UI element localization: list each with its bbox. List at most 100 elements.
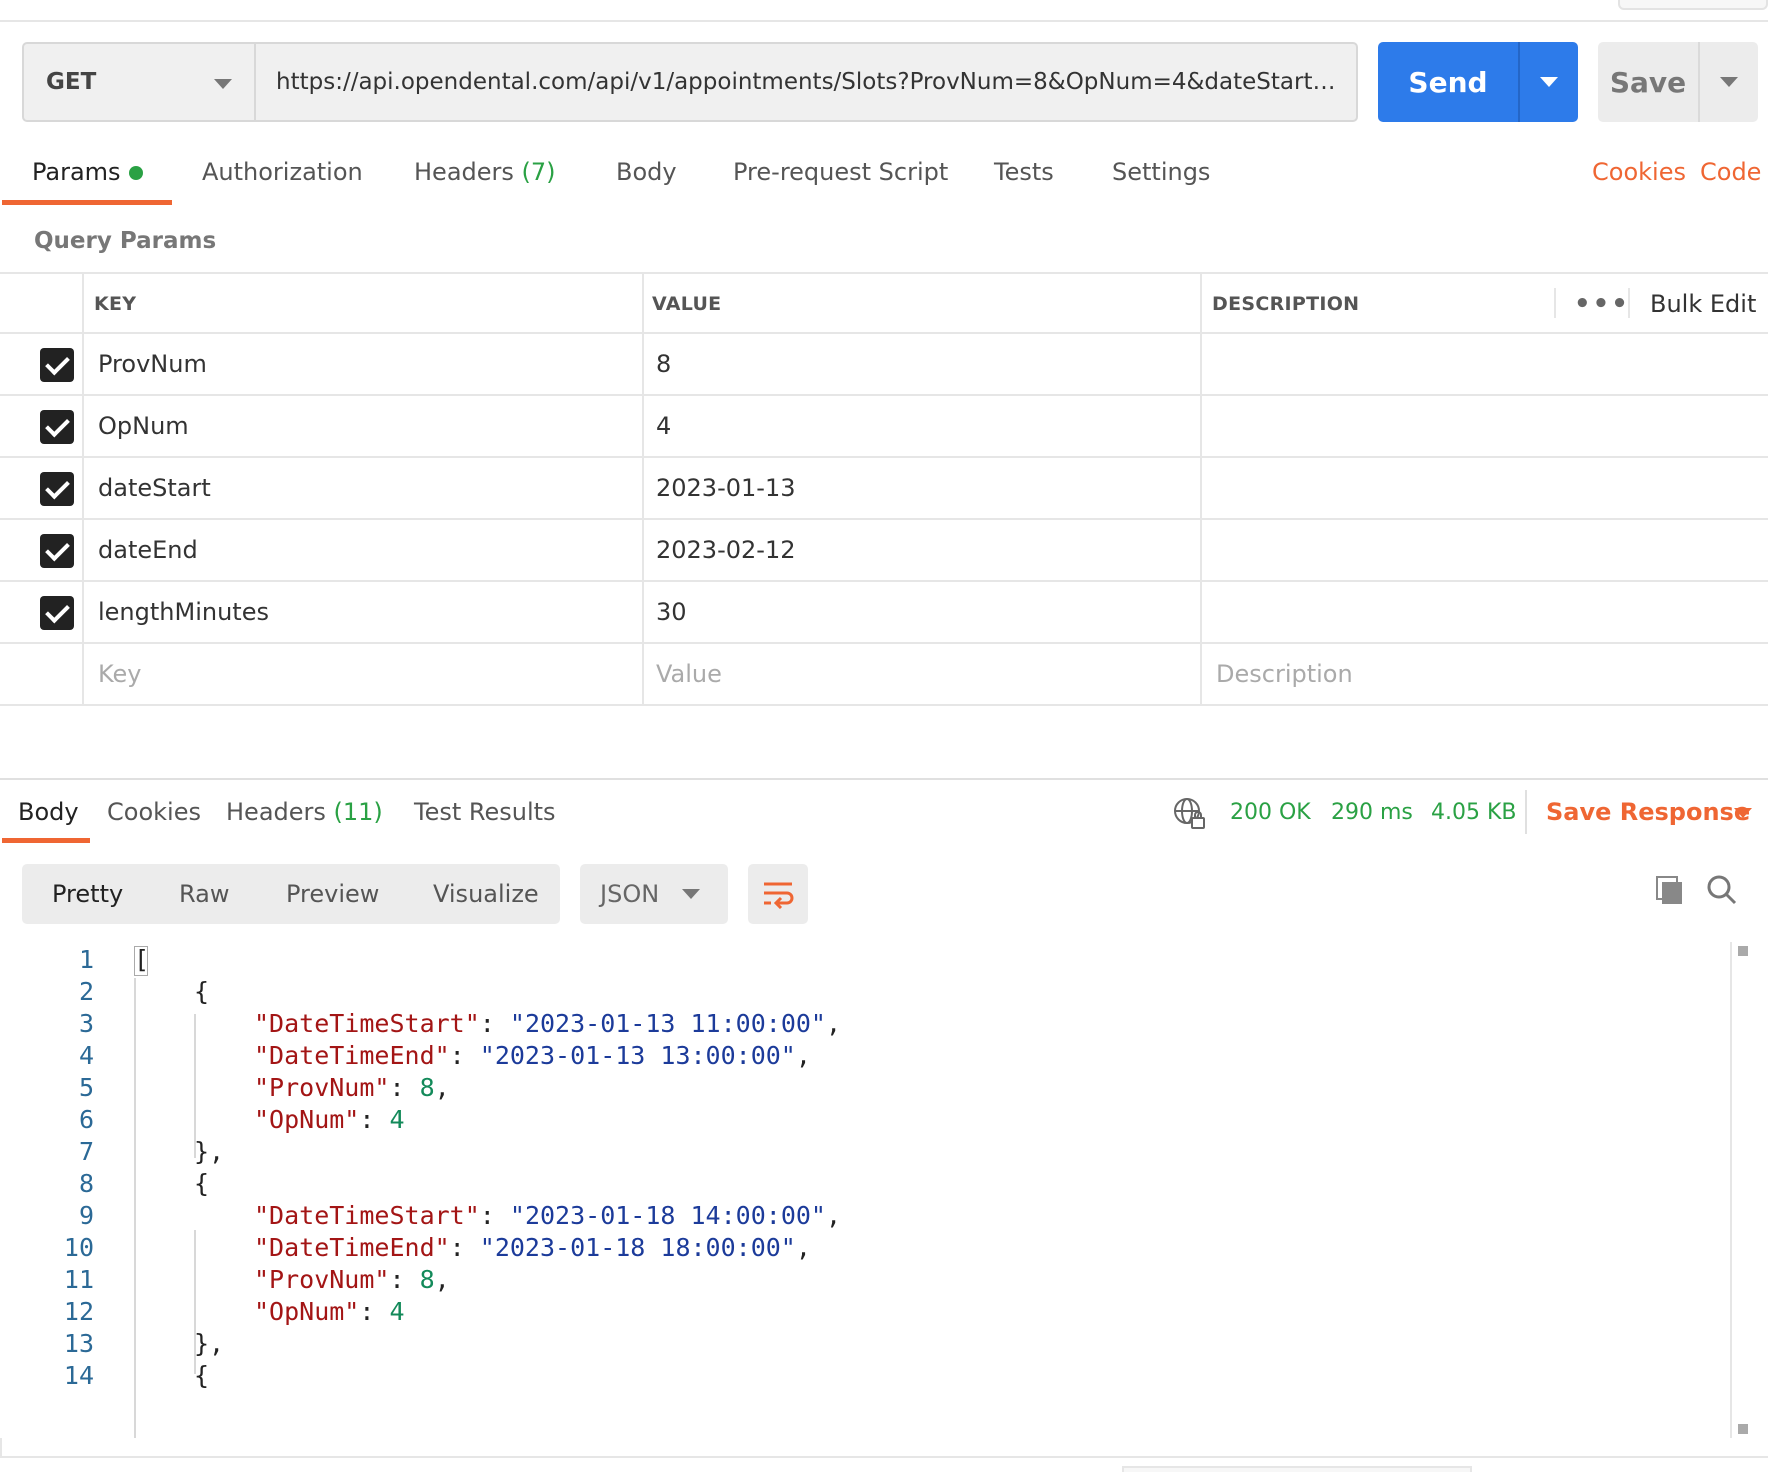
- json-value: 4: [389, 1105, 405, 1134]
- code-text: {: [194, 977, 210, 1006]
- new-key-input[interactable]: Key: [98, 644, 142, 704]
- tab-headers[interactable]: Headers (7): [414, 158, 556, 186]
- send-options-button[interactable]: [1518, 42, 1578, 122]
- code-line: 3 "DateTimeStart": "2023-01-13 11:00:00",: [0, 1006, 1740, 1042]
- response-size[interactable]: 4.05 KB: [1431, 800, 1517, 825]
- line-number: 10: [63, 1233, 94, 1262]
- code-line: 2{: [0, 974, 1740, 1010]
- table-row: OpNum 4: [0, 396, 1768, 458]
- response-tab-headers[interactable]: Headers (11): [226, 798, 383, 826]
- chevron-down-icon: [1720, 77, 1738, 87]
- param-checkbox[interactable]: [40, 410, 74, 444]
- response-status[interactable]: 200 OK: [1230, 800, 1311, 825]
- param-value[interactable]: 30: [656, 582, 687, 642]
- tab-params[interactable]: Params: [32, 158, 143, 186]
- line-number: 12: [63, 1297, 94, 1326]
- code-text: "DateTimeEnd": "2023-01-18 18:00:00",: [254, 1233, 811, 1262]
- chevron-down-icon: [1540, 77, 1558, 87]
- param-key[interactable]: dateEnd: [98, 520, 198, 580]
- param-value[interactable]: 8: [656, 334, 671, 394]
- param-value[interactable]: 2023-02-12: [656, 520, 795, 580]
- param-checkbox[interactable]: [40, 472, 74, 506]
- code-line: 12 "OpNum": 4: [0, 1294, 1740, 1330]
- editor-scrollbar-track[interactable]: [1730, 942, 1732, 1438]
- json-key: "DateTimeStart": [254, 1009, 480, 1038]
- param-checkbox[interactable]: [40, 596, 74, 630]
- view-pretty[interactable]: Pretty: [52, 880, 123, 908]
- tab-settings[interactable]: Settings: [1112, 158, 1210, 186]
- line-number: 4: [78, 1041, 94, 1070]
- new-value-input[interactable]: Value: [656, 644, 722, 704]
- wrap-lines-button[interactable]: [748, 864, 808, 924]
- json-value: "2023-01-13 13:00:00": [479, 1041, 796, 1070]
- code-line: 4 "DateTimeEnd": "2023-01-13 13:00:00",: [0, 1038, 1740, 1074]
- method-label: GET: [46, 69, 97, 95]
- format-select[interactable]: JSON: [580, 864, 728, 924]
- header-divider: [1554, 288, 1556, 318]
- json-value: "2023-01-18 14:00:00": [509, 1201, 826, 1230]
- pane-divider[interactable]: [0, 778, 1768, 780]
- code-line: 14 {: [0, 1358, 1740, 1394]
- table-row: dateStart 2023-01-13: [0, 458, 1768, 520]
- line-number: 11: [63, 1265, 94, 1294]
- view-visualize[interactable]: Visualize: [433, 880, 539, 908]
- param-value[interactable]: 4: [656, 396, 671, 456]
- param-checkbox[interactable]: [40, 348, 74, 382]
- tab-prerequest-script[interactable]: Pre-request Script: [733, 158, 948, 186]
- line-number: 3: [78, 1009, 94, 1038]
- copy-icon[interactable]: [1654, 874, 1686, 910]
- tab-body[interactable]: Body: [616, 158, 677, 186]
- url-input[interactable]: https://api.opendental.com/api/v1/appoin…: [254, 42, 1358, 122]
- view-preview[interactable]: Preview: [286, 880, 379, 908]
- save-button-group: Save: [1598, 42, 1758, 122]
- bottom-divider: [0, 1456, 1768, 1458]
- send-button[interactable]: Send: [1378, 42, 1518, 122]
- cursor-bracket-highlight: [134, 946, 148, 976]
- param-checkbox[interactable]: [40, 534, 74, 568]
- param-key[interactable]: dateStart: [98, 458, 211, 518]
- scroll-marker: [1738, 1424, 1748, 1434]
- cookies-link[interactable]: Cookies: [1592, 158, 1686, 186]
- new-description-input[interactable]: Description: [1216, 644, 1353, 704]
- code-text: },: [194, 1329, 225, 1358]
- save-button[interactable]: Save: [1598, 42, 1698, 122]
- method-select[interactable]: GET: [22, 42, 254, 122]
- param-key[interactable]: OpNum: [98, 396, 189, 456]
- response-time[interactable]: 290 ms: [1331, 800, 1413, 825]
- network-globe-icon[interactable]: [1172, 796, 1206, 834]
- response-tab-test-results[interactable]: Test Results: [414, 798, 556, 826]
- response-body-editor[interactable]: 1[2{3 "DateTimeStart": "2023-01-13 11:00:…: [0, 942, 1740, 1438]
- code-text: {: [194, 1169, 210, 1198]
- json-value: 4: [389, 1297, 405, 1326]
- tab-params-label: Params: [32, 158, 121, 186]
- wrap-lines-icon: [764, 882, 794, 909]
- column-key-header: KEY: [94, 293, 137, 315]
- param-key[interactable]: lengthMinutes: [98, 582, 269, 642]
- more-options-icon[interactable]: •••: [1574, 274, 1630, 334]
- chevron-down-icon[interactable]: [1734, 808, 1752, 818]
- json-key: "OpNum": [254, 1105, 360, 1134]
- param-key[interactable]: ProvNum: [98, 334, 207, 394]
- save-response-button[interactable]: Save Response: [1546, 798, 1750, 826]
- code-text: "DateTimeStart": "2023-01-18 14:00:00",: [254, 1201, 842, 1230]
- bottom-scrollbar[interactable]: [1122, 1466, 1472, 1472]
- search-icon[interactable]: [1706, 874, 1738, 910]
- tab-authorization[interactable]: Authorization: [202, 158, 363, 186]
- tab-tests[interactable]: Tests: [994, 158, 1054, 186]
- bulk-edit-button[interactable]: Bulk Edit: [1650, 274, 1756, 334]
- code-text: {: [194, 1361, 210, 1390]
- active-dot-icon: [128, 166, 143, 180]
- code-line: 9 "DateTimeStart": "2023-01-18 14:00:00",: [0, 1198, 1740, 1234]
- format-label: JSON: [600, 880, 660, 908]
- code-line: 7},: [0, 1134, 1740, 1170]
- code-link[interactable]: Code: [1700, 158, 1761, 186]
- json-key: "DateTimeEnd": [254, 1233, 450, 1262]
- response-tab-body[interactable]: Body: [18, 798, 79, 826]
- view-raw[interactable]: Raw: [179, 880, 229, 908]
- param-value[interactable]: 2023-01-13: [656, 458, 795, 518]
- save-options-button[interactable]: [1698, 42, 1758, 122]
- line-number: 5: [78, 1073, 94, 1102]
- response-tab-cookies[interactable]: Cookies: [107, 798, 201, 826]
- json-value: 8: [419, 1073, 435, 1102]
- send-button-group: Send: [1378, 42, 1578, 122]
